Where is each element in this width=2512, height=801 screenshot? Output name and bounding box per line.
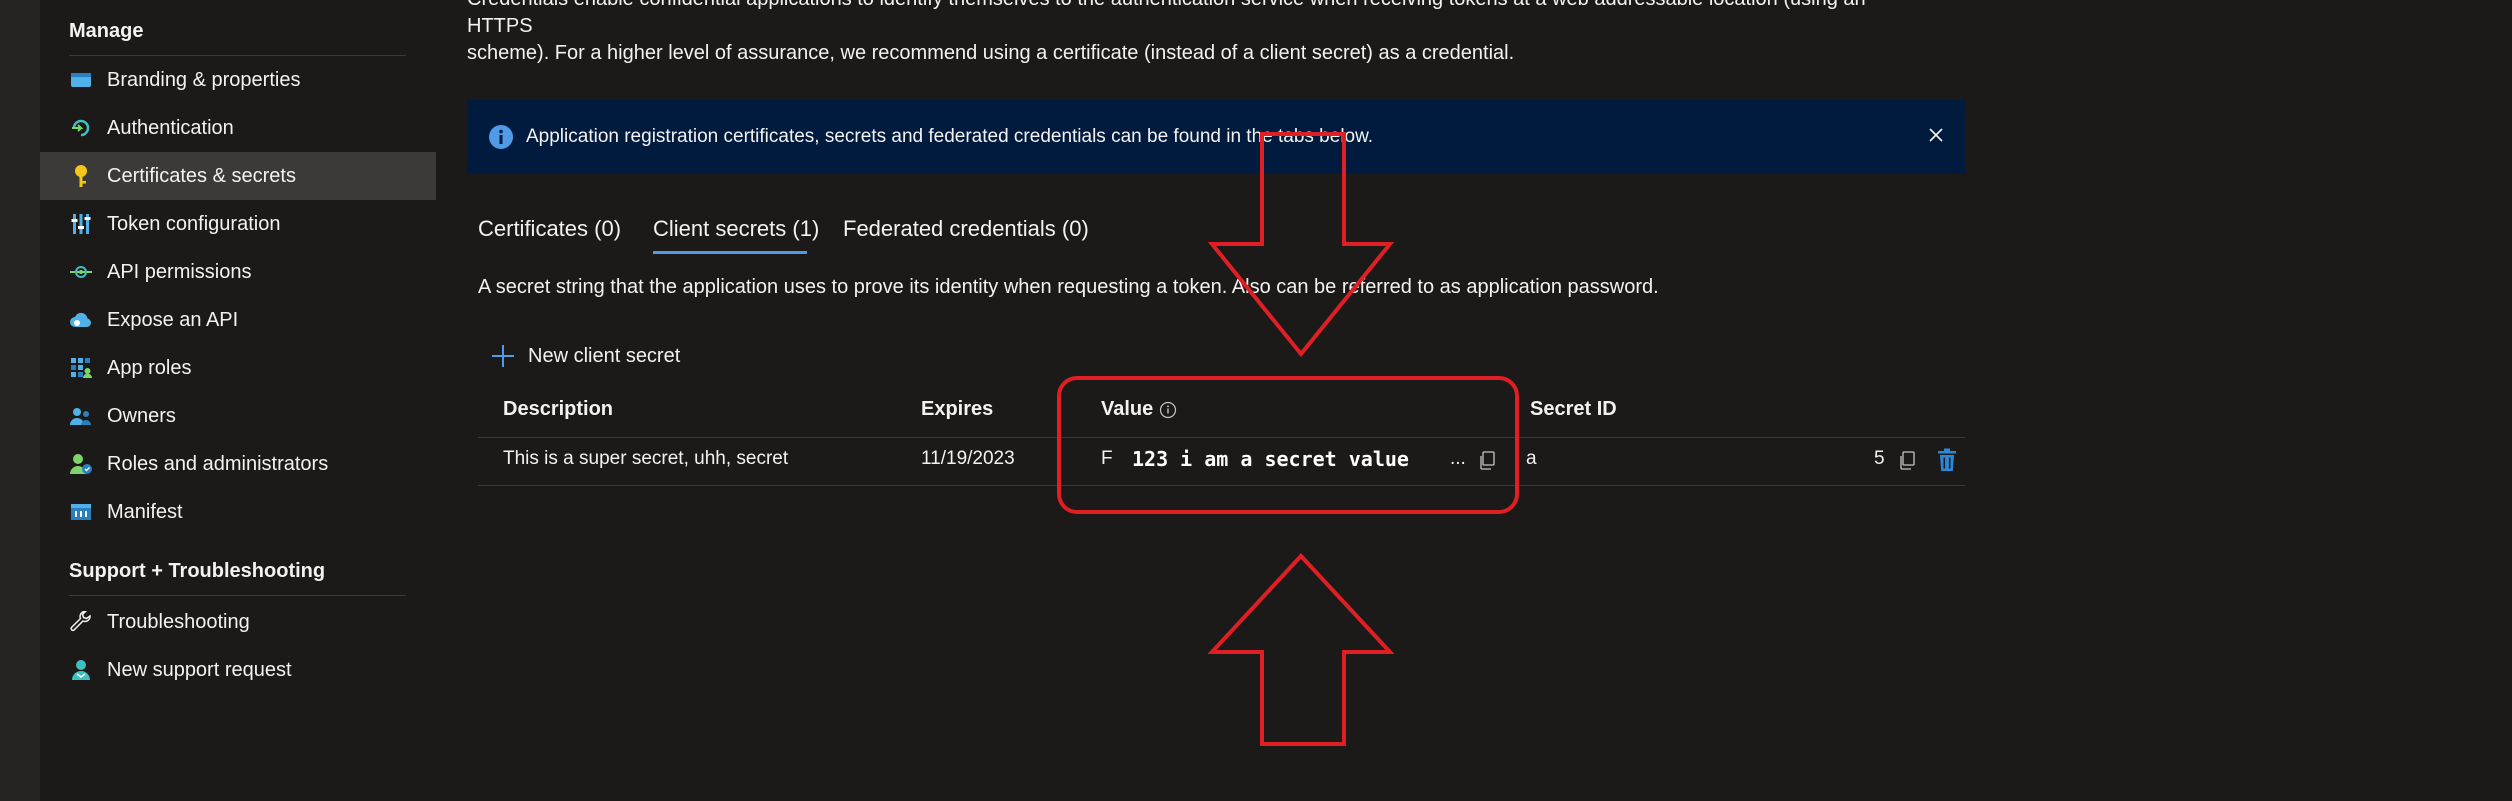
column-header-expires: Expires <box>921 398 994 420</box>
sidebar-item-label: API permissions <box>107 260 252 283</box>
highlight-box-annotation <box>1057 376 1519 514</box>
key-icon <box>68 163 94 189</box>
close-icon[interactable] <box>1923 122 1949 148</box>
secret-expires: 11/19/2023 <box>921 448 1015 469</box>
info-icon <box>488 124 514 150</box>
sidebar-item-certificates-secrets[interactable]: Certificates & secrets <box>40 152 436 200</box>
sidebar-item-api-permissions[interactable]: API permissions <box>40 248 436 296</box>
cloud-icon <box>68 307 94 333</box>
new-client-secret-label: New client secret <box>528 344 681 367</box>
sidebar-item-label: Expose an API <box>107 308 239 331</box>
owners-icon <box>68 403 94 429</box>
secret-id-suffix: 5 <box>1874 448 1885 469</box>
app-roles-icon <box>68 355 94 381</box>
sidebar-item-label: Branding & properties <box>107 68 301 91</box>
api-permissions-icon <box>68 259 94 285</box>
sidebar-item-label: Certificates & secrets <box>107 164 296 187</box>
up-arrow-annotation <box>1208 553 1394 746</box>
copy-secret-id-icon[interactable] <box>1894 448 1920 474</box>
sidebar-item-manifest[interactable]: Manifest <box>40 488 436 536</box>
column-header-secret-id: Secret ID <box>1530 398 1617 420</box>
sidebar-item-label: Manifest <box>107 500 183 523</box>
sidebar-item-label: Owners <box>107 404 176 427</box>
sidebar-item-label: Token configuration <box>107 212 281 235</box>
sidebar-item-token-configuration[interactable]: Token configuration <box>40 200 436 248</box>
branding-icon <box>68 67 94 93</box>
intro-line-2: scheme). For a higher level of assurance… <box>467 42 1515 64</box>
tab-client-secrets[interactable]: Client secrets (1) <box>653 216 819 242</box>
sidebar-item-label: Troubleshooting <box>107 610 250 633</box>
sidebar-item-label: Roles and administrators <box>107 452 329 475</box>
manifest-icon <box>68 499 94 525</box>
sidebar-item-app-roles[interactable]: App roles <box>40 344 436 392</box>
client-secrets-description: A secret string that the application use… <box>478 276 1659 298</box>
sidebar-item-roles-administrators[interactable]: Roles and administrators <box>40 440 436 488</box>
down-arrow-annotation <box>1208 132 1394 358</box>
column-header-description: Description <box>503 398 614 420</box>
roles-admin-icon <box>68 451 94 477</box>
wrench-icon <box>68 609 94 635</box>
active-tab-indicator <box>653 251 807 254</box>
secret-id-prefix: a <box>1526 448 1537 469</box>
left-edge-bar <box>0 0 40 801</box>
sidebar-item-troubleshooting[interactable]: Troubleshooting <box>40 598 436 646</box>
secret-description: This is a super secret, uhh, secret <box>503 448 789 469</box>
sidebar-item-label: Authentication <box>107 116 234 139</box>
manage-section-title: Manage <box>69 20 144 42</box>
sidebar: Manage Branding & properties Authenticat… <box>40 0 436 801</box>
sidebar-item-authentication[interactable]: Authentication <box>40 104 436 152</box>
intro-line-1: Credentials enable confidential applicat… <box>467 0 1866 37</box>
support-person-icon <box>68 657 94 683</box>
sidebar-item-owners[interactable]: Owners <box>40 392 436 440</box>
sidebar-item-new-support-request[interactable]: New support request <box>40 646 436 694</box>
authentication-icon <box>68 115 94 141</box>
sidebar-item-branding[interactable]: Branding & properties <box>40 56 436 104</box>
sidebar-item-expose-api[interactable]: Expose an API <box>40 296 436 344</box>
token-config-icon <box>68 211 94 237</box>
tab-federated-credentials[interactable]: Federated credentials (0) <box>843 216 1089 242</box>
credentials-intro: Credentials enable confidential applicat… <box>467 0 1907 67</box>
support-section-title: Support + Troubleshooting <box>69 560 326 582</box>
support-divider <box>69 595 406 596</box>
sidebar-item-label: App roles <box>107 356 192 379</box>
plus-icon <box>490 343 516 369</box>
sidebar-item-label: New support request <box>107 658 292 681</box>
tab-certificates[interactable]: Certificates (0) <box>478 216 621 242</box>
delete-icon[interactable] <box>1934 447 1960 473</box>
new-client-secret-button[interactable]: New client secret <box>490 343 680 369</box>
